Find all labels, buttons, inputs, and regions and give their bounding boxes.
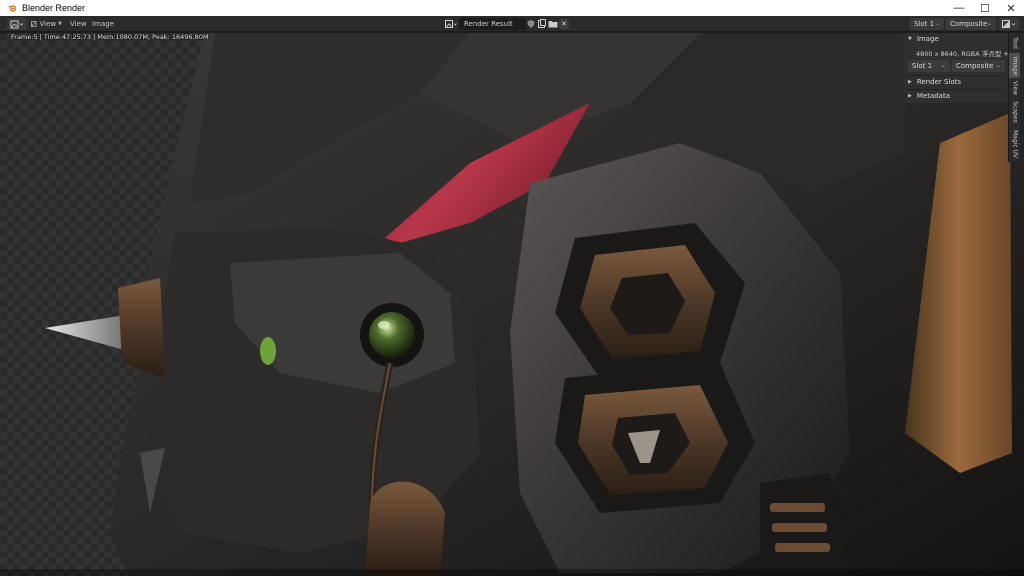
sidebar-slot-label: Slot 1 <box>912 62 933 70</box>
sidebar-panel: ▼ Image 4800 x 8640, RGBA 浮点型 + Z Slot 1… <box>903 33 1016 103</box>
slot-dropdown[interactable]: Slot 1 ⌄ <box>910 18 944 30</box>
chevron-down-icon: ⌄ <box>995 62 1001 69</box>
image-browse-icon <box>445 19 457 28</box>
new-image-icon[interactable] <box>537 19 547 29</box>
tab-view[interactable]: View <box>1008 78 1020 98</box>
chevron-down-icon: ⌄ <box>986 20 992 27</box>
layer-dropdown-label: Composite <box>950 20 988 28</box>
image-panel-title: Image <box>916 35 939 43</box>
tab-image[interactable]: Image <box>1008 53 1020 78</box>
open-folder-icon[interactable] <box>548 19 558 29</box>
render-slots-panel-header[interactable]: ▶ Render Slots <box>903 76 1008 88</box>
image-name-field[interactable]: Render Result <box>459 18 526 30</box>
tab-view-label: View <box>1011 80 1019 96</box>
menu-image[interactable]: Image <box>92 18 114 30</box>
sidebar-slot-dropdown[interactable]: Slot 1 ⌄ <box>908 60 950 72</box>
blender-logo-icon <box>7 3 17 13</box>
render-viewport[interactable]: Frame:5 | Time:47:25.73 | Mem:1080.07M, … <box>0 33 1024 576</box>
image-editor-icon <box>10 20 24 28</box>
window-titlebar: Blender Render — ☐ ✕ <box>0 0 1024 16</box>
render-result-image <box>45 33 1024 576</box>
editor-type-button[interactable] <box>7 18 27 30</box>
chevron-down-icon: ⌄ <box>934 20 940 27</box>
render-slots-title: Render Slots <box>916 78 962 86</box>
image-info-text: 4800 x 8640, RGBA 浮点型 + Z <box>916 50 1016 58</box>
display-channels-dropdown[interactable] <box>999 18 1019 30</box>
tab-scopes-label: Scopes <box>1011 101 1019 123</box>
disclosure-closed-icon: ▶ <box>908 79 912 85</box>
tab-magic-uv-label: Magic UV <box>1011 129 1019 159</box>
display-channels-icon <box>1001 19 1015 28</box>
tab-tool[interactable]: Tool <box>1008 33 1020 53</box>
chevron-down-icon: ⌄ <box>940 62 946 69</box>
slot-dropdown-label: Slot 1 <box>914 20 935 28</box>
image-editor-header: View ▼ View Image Render Result ✕ Slot 1… <box>0 16 1024 32</box>
view-mode-icon <box>31 21 37 27</box>
blender-window: Blender Render — ☐ ✕ View ▼ View Image R… <box>0 0 1024 576</box>
chevron-down-icon: ▼ <box>58 21 62 27</box>
image-panel-header[interactable]: ▼ Image <box>903 33 1008 45</box>
minimize-button[interactable]: — <box>946 0 972 16</box>
bottom-edge-shade <box>0 569 1024 576</box>
maximize-button[interactable]: ☐ <box>972 0 998 16</box>
sidebar-layer-dropdown[interactable]: Composite ⌄ <box>952 60 1005 72</box>
sidebar-tabs: Tool Image View Scopes Magic UV <box>1008 33 1021 163</box>
close-button[interactable]: ✕ <box>998 0 1024 16</box>
disclosure-open-icon: ▼ <box>908 36 912 42</box>
tab-image-label: Image <box>1011 56 1019 75</box>
metadata-panel-header[interactable]: ▶ Metadata <box>903 90 1008 102</box>
window-title: Blender Render <box>22 3 86 13</box>
tab-scopes[interactable]: Scopes <box>1008 98 1020 126</box>
tab-magic-uv[interactable]: Magic UV <box>1008 126 1020 162</box>
image-browse-button[interactable] <box>445 18 459 30</box>
sidebar-layer-label: Composite <box>956 62 994 70</box>
view-mode-label: View <box>39 20 57 28</box>
tab-tool-label: Tool <box>1011 37 1019 49</box>
menu-view[interactable]: View <box>70 18 87 30</box>
fake-user-shield-icon[interactable] <box>526 19 536 29</box>
metadata-title: Metadata <box>916 92 951 100</box>
render-stats-text: Frame:5 | Time:47:25.73 | Mem:1080.07M, … <box>11 33 209 41</box>
view-mode-dropdown[interactable]: View ▼ <box>31 18 62 30</box>
unlink-close-icon[interactable]: ✕ <box>559 19 569 29</box>
disclosure-closed-icon: ▶ <box>908 93 912 99</box>
layer-dropdown[interactable]: Composite ⌄ <box>946 18 996 30</box>
